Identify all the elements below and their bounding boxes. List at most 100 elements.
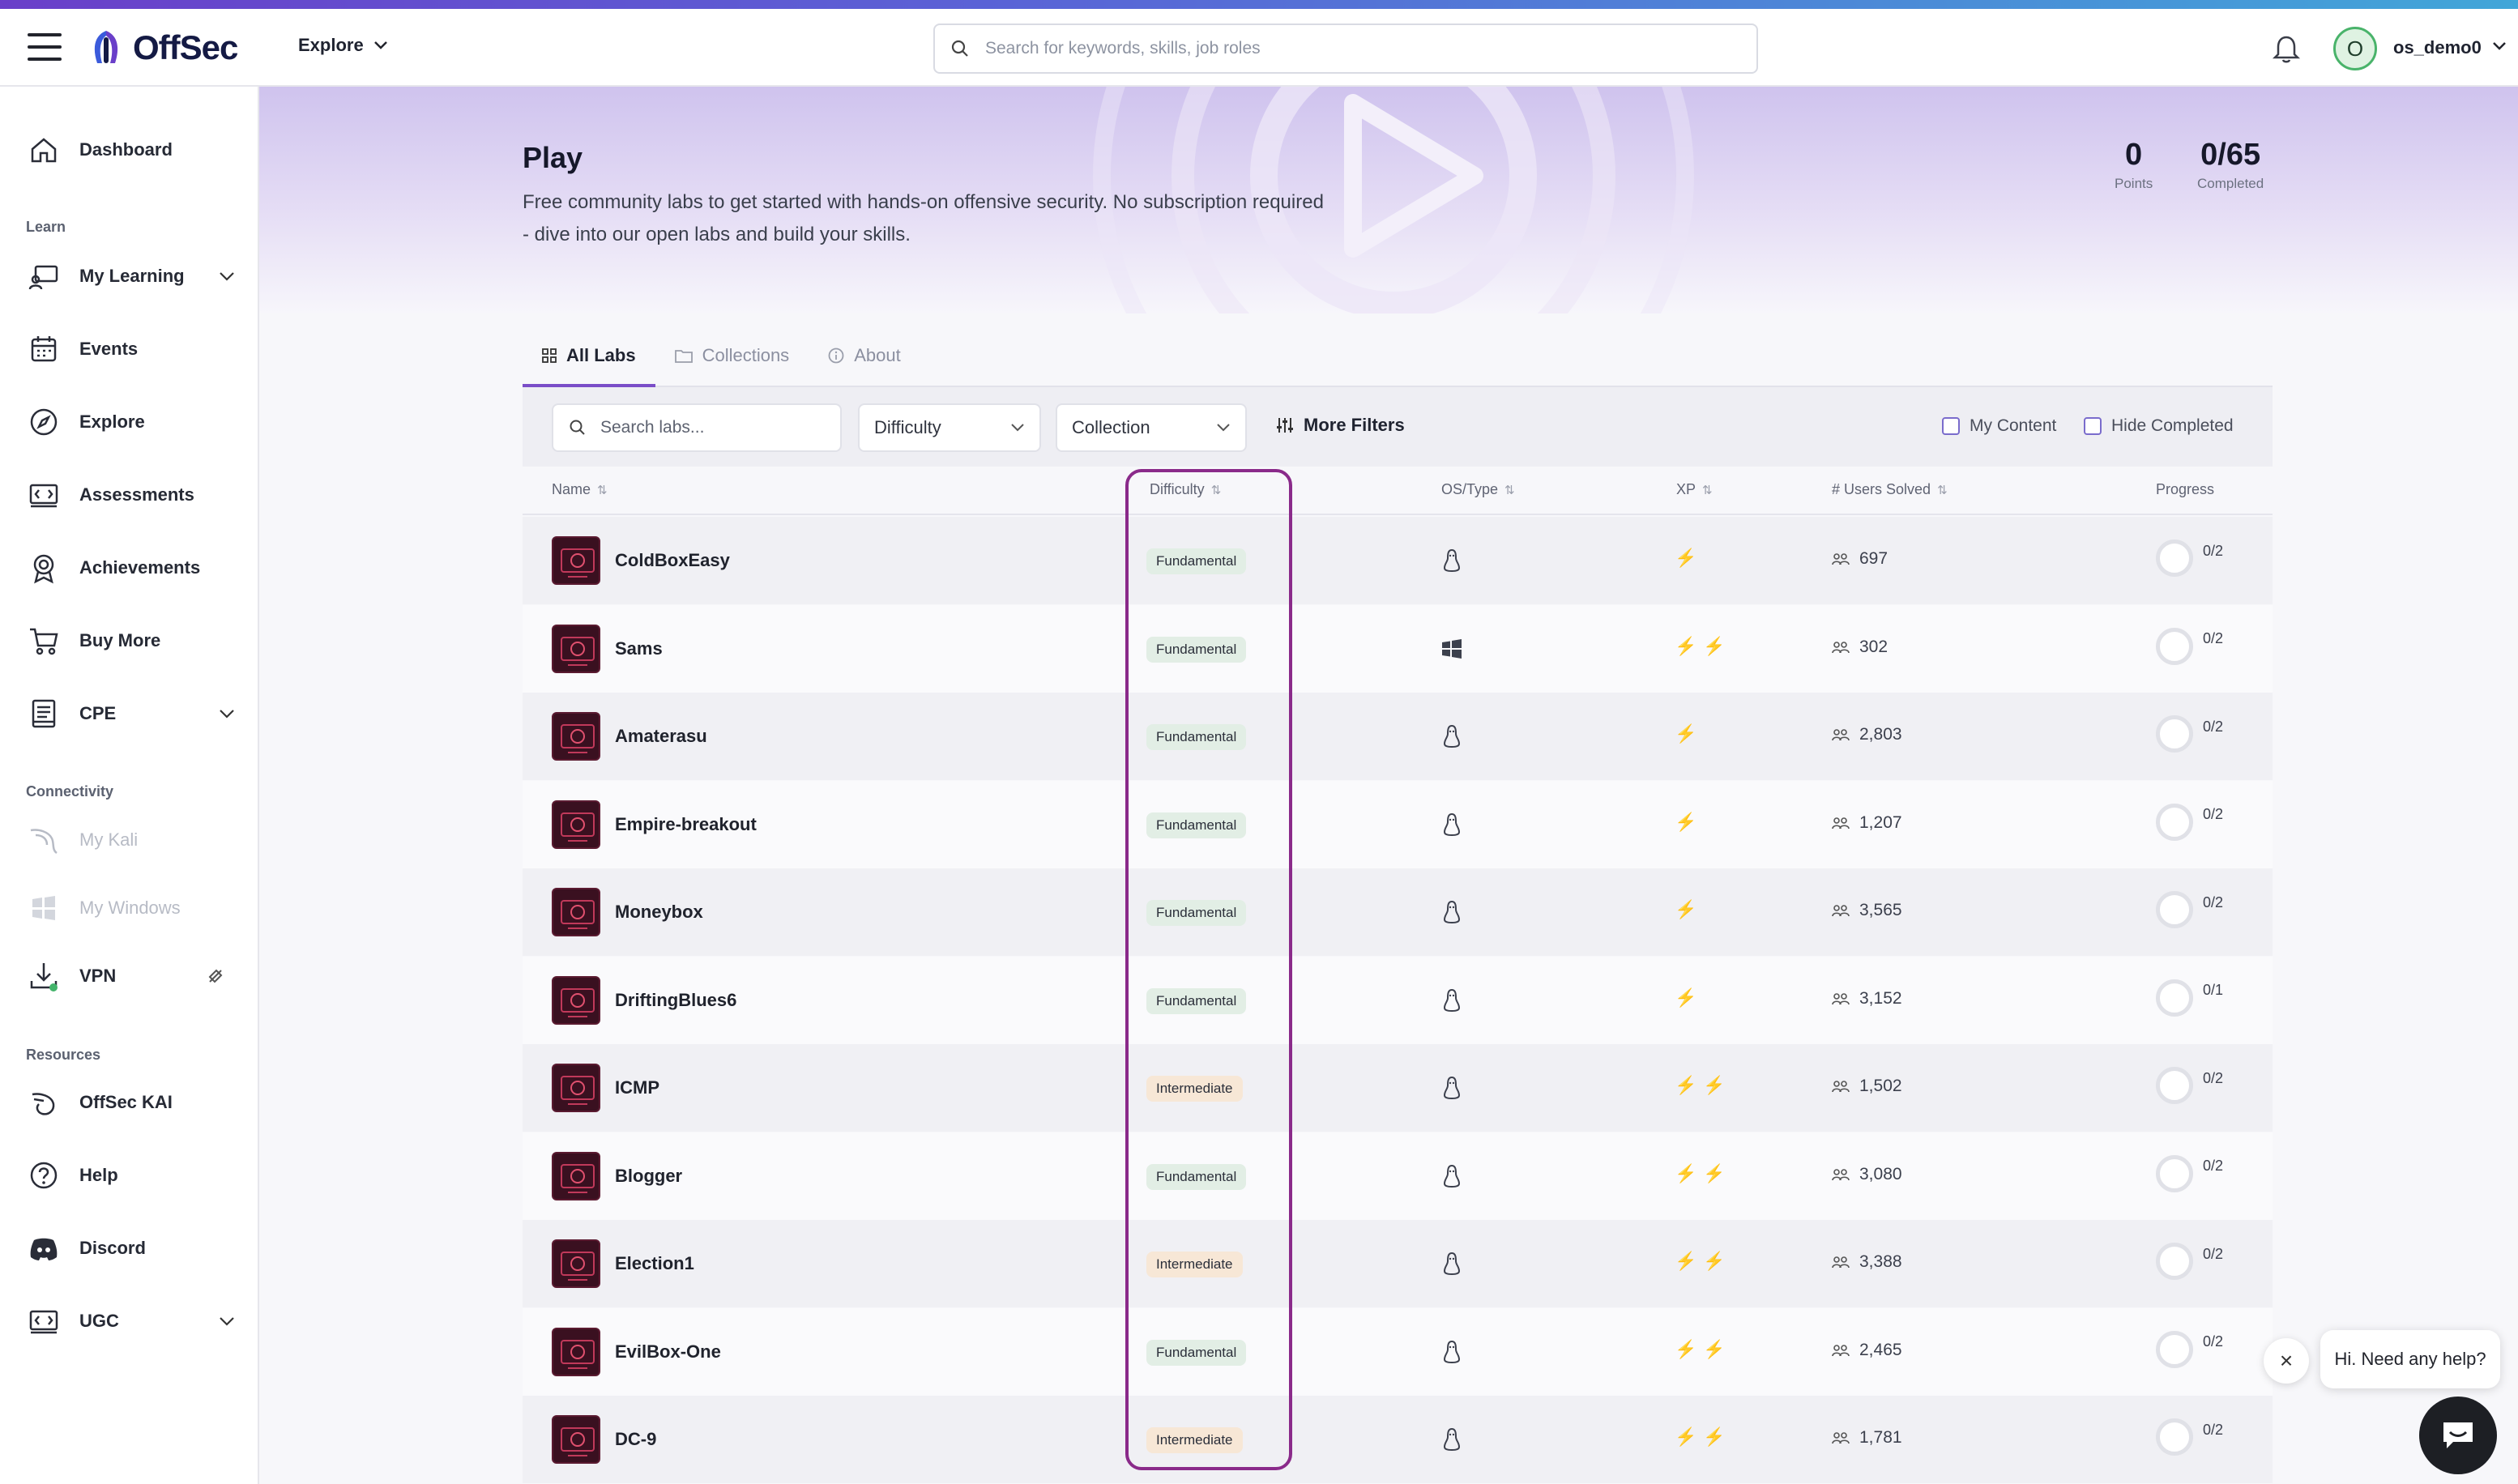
chat-close-button[interactable]: × <box>2264 1338 2309 1384</box>
lab-thumbnail-icon[interactable] <box>552 800 600 849</box>
lab-name[interactable]: Blogger <box>615 1166 682 1187</box>
chevron-down-icon[interactable] <box>219 709 235 719</box>
explore-dropdown[interactable]: Explore <box>298 35 388 56</box>
sort-icon[interactable]: ⇅ <box>1702 483 1713 497</box>
lab-name[interactable]: DriftingBlues6 <box>615 990 736 1011</box>
lab-name[interactable]: DC-9 <box>615 1429 656 1450</box>
sidebar-item-my-windows[interactable]: My Windows <box>0 884 259 932</box>
table-row[interactable]: Moneybox Fundamental ⚡ 3,565 0/2 <box>523 868 2273 956</box>
sidebar-item-label: Help <box>79 1165 118 1185</box>
lab-name[interactable]: Moneybox <box>615 902 703 923</box>
lab-thumbnail-icon[interactable] <box>552 536 600 585</box>
lab-thumbnail-icon[interactable] <box>552 888 600 936</box>
difficulty-select[interactable]: Difficulty <box>858 403 1041 452</box>
lab-name[interactable]: ColdBoxEasy <box>615 550 730 571</box>
collection-select[interactable]: Collection <box>1056 403 1247 452</box>
sidebar-item-ugc[interactable]: UGC <box>0 1297 259 1345</box>
hamburger-menu-icon[interactable] <box>28 33 62 62</box>
sidebar-item-buy-more[interactable]: Buy More <box>0 616 259 665</box>
checkbox-box[interactable] <box>2084 417 2102 435</box>
hide-completed-checkbox[interactable]: Hide Completed <box>2084 416 2234 436</box>
chat-greeting-text: Hi. Need any help? <box>2334 1349 2486 1369</box>
sidebar-section-connectivity: Connectivity <box>26 783 114 800</box>
users-icon <box>1832 1081 1850 1093</box>
username[interactable]: os_demo0 <box>2393 37 2482 58</box>
tab-about[interactable]: About <box>809 324 920 387</box>
user-avatar[interactable]: O <box>2333 27 2377 70</box>
lab-thumbnail-icon[interactable] <box>552 1415 600 1464</box>
lab-name[interactable]: EvilBox-One <box>615 1341 721 1362</box>
table-row[interactable]: DC-9 Intermediate ⚡⚡ 1,781 0/2 <box>523 1396 2273 1483</box>
lab-thumbnail-icon[interactable] <box>552 712 600 761</box>
linux-icon <box>1440 1075 1464 1101</box>
chat-launcher-button[interactable] <box>2419 1397 2497 1474</box>
sidebar-item-help[interactable]: Help <box>0 1151 259 1200</box>
lab-name[interactable]: ICMP <box>615 1077 659 1098</box>
sidebar-item-achievements[interactable]: Achievements <box>0 544 259 592</box>
sort-icon[interactable]: ⇅ <box>1937 483 1948 497</box>
xp-lightning-icon: ⚡⚡ <box>1675 1338 1732 1359</box>
table-row[interactable]: Amaterasu Fundamental ⚡ 2,803 0/2 <box>523 693 2273 780</box>
my-content-checkbox[interactable]: My Content <box>1942 416 2056 436</box>
table-row[interactable]: Blogger Fundamental ⚡⚡ 3,080 0/2 <box>523 1132 2273 1220</box>
chat-greeting-bubble[interactable]: Hi. Need any help? <box>2320 1330 2500 1388</box>
column-header-users-solved[interactable]: # Users Solved ⇅ <box>1832 481 1948 498</box>
xp-lightning-icon: ⚡ <box>1675 899 1704 919</box>
column-header-xp[interactable]: XP ⇅ <box>1676 481 1713 498</box>
table-row[interactable]: Election1 Intermediate ⚡⚡ 3,388 0/2 <box>523 1220 2273 1307</box>
column-header-name[interactable]: Name ⇅ <box>552 481 608 498</box>
table-row[interactable]: Sams Fundamental ⚡⚡ 302 0/2 <box>523 604 2273 693</box>
chevron-down-icon[interactable] <box>2492 41 2507 51</box>
tab-collections[interactable]: Collections <box>655 324 809 387</box>
sort-icon[interactable]: ⇅ <box>1211 483 1222 497</box>
global-search-input[interactable]: Search for keywords, skills, job roles <box>933 23 1758 74</box>
sidebar-item-label: UGC <box>79 1311 119 1331</box>
checkbox-box[interactable] <box>1942 417 1960 435</box>
lab-thumbnail-icon[interactable] <box>552 975 600 1025</box>
sidebar-item-label: Events <box>79 339 139 359</box>
sidebar-item-my-learning[interactable]: My Learning <box>0 252 259 301</box>
users-icon <box>1832 553 1850 565</box>
sidebar-item-offsec-kai[interactable]: OffSec KAI <box>0 1078 259 1127</box>
tab-all-labs[interactable]: All Labs <box>523 324 655 387</box>
sort-icon[interactable]: ⇅ <box>597 483 608 497</box>
progress-indicator: 0/1 <box>2156 979 2223 1017</box>
close-icon: × <box>2279 1348 2294 1373</box>
column-header-os-type[interactable]: OS/Type ⇅ <box>1441 481 1515 498</box>
lab-thumbnail-icon[interactable] <box>552 624 600 673</box>
lab-thumbnail-icon[interactable] <box>552 1151 600 1200</box>
offsec-logo[interactable]: OffSec <box>86 27 238 69</box>
chevron-down-icon[interactable] <box>219 1316 235 1326</box>
table-row[interactable]: DriftingBlues6 Fundamental ⚡ 3,152 0/1 <box>523 956 2273 1044</box>
sidebar-item-dashboard[interactable]: Dashboard <box>0 126 259 174</box>
chevron-down-icon[interactable] <box>219 271 235 281</box>
table-header: Name ⇅ Difficulty ⇅ OS/Type ⇅ XP ⇅ # Users S… <box>523 467 2273 515</box>
sidebar-item-events[interactable]: Events <box>0 325 259 373</box>
lab-name[interactable]: Amaterasu <box>615 726 707 747</box>
xp-lightning-icon: ⚡ <box>1675 723 1704 744</box>
table-row[interactable]: ColdBoxEasy Fundamental ⚡ 697 0/2 <box>523 517 2273 604</box>
table-row[interactable]: ICMP Intermediate ⚡⚡ 1,502 0/2 <box>523 1044 2273 1132</box>
lab-search-input[interactable]: Search labs... <box>552 403 842 452</box>
sidebar-item-discord[interactable]: Discord <box>0 1224 259 1273</box>
sidebar-item-cpe[interactable]: CPE <box>0 689 259 738</box>
more-filters-button[interactable]: More Filters <box>1276 415 1405 436</box>
sidebar-item-assessments[interactable]: Assessments <box>0 471 259 519</box>
table-row[interactable]: Empire-breakout Fundamental ⚡ 1,207 0/2 <box>523 780 2273 868</box>
link-icon[interactable] <box>206 966 225 986</box>
notification-bell-icon[interactable] <box>2270 33 2302 66</box>
lab-thumbnail-icon[interactable] <box>552 1064 600 1112</box>
lab-name[interactable]: Sams <box>615 638 663 659</box>
xp-lightning-icon: ⚡ <box>1675 548 1704 568</box>
lab-name[interactable]: Empire-breakout <box>615 814 757 835</box>
sort-icon[interactable]: ⇅ <box>1504 483 1515 497</box>
calendar-icon <box>31 336 57 362</box>
column-header-difficulty[interactable]: Difficulty ⇅ <box>1150 481 1221 498</box>
lab-thumbnail-icon[interactable] <box>552 1239 600 1288</box>
lab-thumbnail-icon[interactable] <box>552 1327 600 1376</box>
table-row[interactable]: EvilBox-One Fundamental ⚡⚡ 2,465 0/2 <box>523 1307 2273 1396</box>
sidebar-item-vpn[interactable]: VPN <box>0 952 259 1000</box>
lab-name[interactable]: Election1 <box>615 1253 694 1274</box>
sidebar-item-explore[interactable]: Explore <box>0 398 259 446</box>
sidebar-item-my-kali[interactable]: My Kali <box>0 816 259 864</box>
